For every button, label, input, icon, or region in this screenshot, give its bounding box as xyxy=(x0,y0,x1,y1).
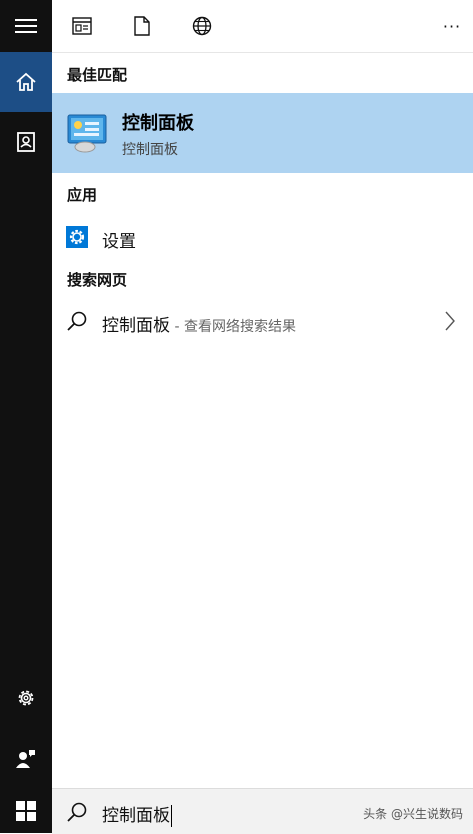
search-box[interactable]: 控制面板 头条 @兴生说数码 xyxy=(52,788,473,834)
documents-filter-button[interactable] xyxy=(128,12,156,40)
app-result-settings[interactable]: 设置 xyxy=(52,219,473,255)
settings-app-icon xyxy=(66,226,88,248)
more-options-button[interactable]: ··· xyxy=(438,12,466,40)
notebook-icon xyxy=(17,132,35,152)
notebook-button[interactable] xyxy=(0,112,52,172)
left-rail xyxy=(0,0,52,833)
apps-icon xyxy=(72,17,92,35)
home-button[interactable] xyxy=(0,52,52,112)
best-match-subtitle: 控制面板 xyxy=(122,142,178,158)
search-box-icon xyxy=(67,802,87,822)
search-input[interactable]: 控制面板 xyxy=(102,801,172,827)
web-filter-button[interactable] xyxy=(188,12,216,40)
globe-icon xyxy=(192,16,212,36)
filter-toolbar: ··· xyxy=(52,0,473,53)
more-icon: ··· xyxy=(442,16,462,36)
text-caret xyxy=(171,805,172,827)
feedback-button[interactable] xyxy=(0,736,52,780)
search-input-value: 控制面板 xyxy=(102,806,170,826)
best-match-result[interactable]: 控制面板 控制面板 xyxy=(52,93,473,173)
gear-icon xyxy=(18,690,34,706)
apps-filter-button[interactable] xyxy=(68,12,96,40)
windows-logo-icon xyxy=(16,800,36,821)
menu-button[interactable] xyxy=(0,0,52,52)
document-icon xyxy=(134,16,150,36)
web-search-query: 控制面板 xyxy=(102,316,170,336)
search-icon xyxy=(67,311,87,331)
best-match-heading: 最佳匹配 xyxy=(67,66,128,84)
person-icon xyxy=(16,750,35,768)
watermark: 头条 @兴生说数码 xyxy=(363,807,463,821)
web-search-result[interactable]: 控制面板 - 查看网络搜索结果 xyxy=(52,303,473,339)
start-button[interactable] xyxy=(0,788,52,833)
chevron-right-icon xyxy=(445,311,455,331)
apps-heading: 应用 xyxy=(67,186,98,204)
best-match-title: 控制面板 xyxy=(122,113,194,134)
control-panel-icon xyxy=(67,114,107,153)
search-results: 最佳匹配 控制面板 控制面板 应用 设置 搜索网页 控制面板 - 查看网络搜索结… xyxy=(52,53,473,788)
settings-button[interactable] xyxy=(0,676,52,720)
web-search-heading: 搜索网页 xyxy=(67,271,128,289)
hamburger-icon xyxy=(15,19,37,33)
web-search-text: 控制面板 - 查看网络搜索结果 xyxy=(102,311,296,336)
app-result-label: 设置 xyxy=(102,232,136,252)
web-search-hint: - 查看网络搜索结果 xyxy=(170,319,296,335)
home-icon xyxy=(16,72,36,91)
